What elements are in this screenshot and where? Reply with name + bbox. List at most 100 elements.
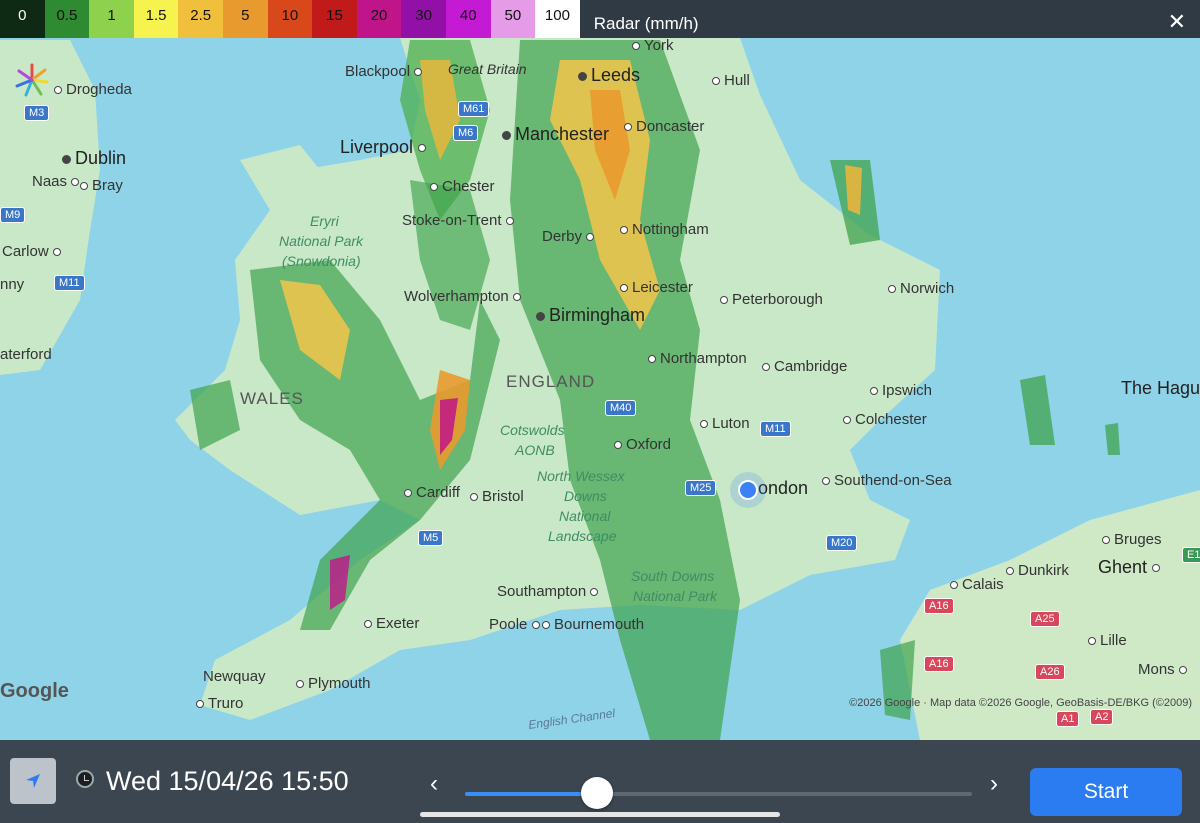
place-label: York — [632, 37, 673, 54]
place-label: Blackpool — [345, 63, 426, 80]
legend-cell: 0 — [0, 0, 45, 38]
place-label: Mons — [1138, 661, 1191, 678]
road-shield: A25 — [1030, 611, 1060, 627]
place-label: Carlow — [2, 243, 65, 260]
place-label: Newquay — [203, 668, 266, 685]
place-label: Hull — [712, 72, 750, 89]
place-label: Southampton — [497, 583, 602, 600]
road-shield: M6 — [453, 125, 479, 141]
place-label: Derby — [542, 228, 598, 245]
home-indicator — [420, 812, 780, 817]
legend-cell: 10 — [267, 0, 313, 38]
park-label: Eryri — [310, 213, 339, 229]
place-label: Stoke-on-Trent — [402, 212, 518, 229]
place-label: Great Britain — [448, 61, 527, 77]
chevron-left-icon[interactable]: ‹ — [430, 770, 438, 798]
place-label: Oxford — [614, 436, 671, 453]
park-label: National Park — [279, 233, 364, 249]
legend-cell: 20 — [356, 0, 402, 38]
place-label: Cardiff — [404, 484, 460, 501]
place-label: Ghent — [1098, 557, 1164, 578]
navigation-arrow-icon — [26, 774, 40, 788]
place-label: Bray — [80, 177, 123, 194]
region-label: WALES — [240, 389, 304, 408]
playback-controls: Wed 15/04/26 15:50 ‹ › Start — [0, 740, 1200, 823]
current-location-marker — [738, 480, 758, 500]
start-button[interactable]: Start — [1030, 768, 1182, 816]
chevron-right-icon[interactable]: › — [990, 770, 998, 798]
place-label: Calais — [950, 576, 1004, 593]
place-label: Ipswich — [870, 382, 932, 399]
place-label: Plymouth — [296, 675, 371, 692]
place-label: aterford — [0, 346, 52, 363]
road-shield: M25 — [685, 480, 717, 496]
legend-cell: 15 — [312, 0, 357, 38]
place-label: Bruges — [1102, 531, 1162, 548]
slider-thumb[interactable] — [580, 777, 613, 809]
place-label: Luton — [700, 415, 750, 432]
place-label: Exeter — [364, 615, 419, 632]
legend-cell: 0.5 — [44, 0, 90, 38]
time-slider[interactable] — [465, 777, 972, 809]
place-label: Liverpool — [340, 137, 430, 158]
place-label: Dunkirk — [1006, 562, 1069, 579]
legend-cell: 5 — [222, 0, 268, 38]
road-shield: M9 — [0, 207, 26, 223]
clock-icon — [76, 770, 94, 788]
legend-cell: 30 — [401, 0, 446, 38]
place-label: Dublin — [62, 148, 126, 169]
place-label: Norwich — [888, 280, 954, 297]
place-label: Southend-on-Sea — [822, 472, 952, 489]
place-label: Nottingham — [620, 221, 709, 238]
radar-timestamp: Wed 15/04/26 15:50 — [106, 766, 349, 796]
legend-cell: 50 — [490, 0, 536, 38]
road-shield: A16 — [924, 656, 954, 672]
road-shield: M61 — [458, 101, 490, 117]
place-label: Bournemouth — [542, 616, 644, 633]
park-label: (Snowdonia) — [282, 253, 361, 269]
place-label: Leicester — [620, 279, 693, 296]
place-label: The Hagu — [1121, 378, 1200, 398]
road-shield: M11 — [760, 421, 791, 437]
slider-fill — [465, 792, 597, 796]
park-label: National Park — [633, 588, 718, 604]
place-label: Colchester — [843, 411, 927, 428]
locate-button[interactable] — [10, 758, 56, 804]
place-label: Manchester — [502, 124, 609, 145]
radar-legend: 0 0.5 1 1.5 2.5 5 10 15 20 30 40 50 100 … — [0, 0, 1200, 38]
road-shield: M11 — [54, 275, 85, 291]
place-label: Truro — [196, 695, 243, 712]
region-label: ENGLAND — [506, 372, 596, 391]
park-label: AONB — [515, 442, 555, 458]
place-label: Peterborough — [720, 291, 823, 308]
place-label: Leeds — [578, 65, 640, 86]
legend-cell: 1 — [89, 0, 134, 38]
park-label: Cotswolds — [500, 422, 565, 438]
place-label: Doncaster — [624, 118, 704, 135]
place-label: Chester — [430, 178, 495, 195]
place-label: Drogheda — [54, 81, 132, 98]
place-label: Northampton — [648, 350, 747, 367]
road-shield: A2 — [1090, 709, 1114, 725]
park-label: National — [559, 508, 611, 524]
place-label: Birmingham — [536, 305, 645, 326]
road-shield: M3 — [24, 105, 50, 121]
park-label: North Wessex — [537, 468, 625, 484]
park-label: Landscape — [548, 528, 617, 544]
road-shield: M5 — [418, 530, 444, 546]
place-label: Bristol — [470, 488, 524, 505]
legend-title: Radar (mm/h) — [593, 14, 699, 33]
place-label: Lille — [1088, 632, 1127, 649]
road-shield: M40 — [605, 400, 637, 416]
close-icon[interactable]: ✕ — [1168, 9, 1186, 35]
map-attribution: ©2026 Google · Map data ©2026 Google, Ge… — [849, 697, 1192, 709]
place-label: Cambridge — [762, 358, 847, 375]
road-shield: A26 — [1035, 664, 1065, 680]
legend-cell: 40 — [445, 0, 491, 38]
legend-cell: 1.5 — [133, 0, 179, 38]
place-label: Naas — [32, 173, 83, 190]
google-logo: Google — [0, 680, 69, 702]
park-label: South Downs — [631, 568, 715, 584]
place-label: Wolverhampton — [404, 288, 525, 305]
road-shield: M20 — [826, 535, 858, 551]
